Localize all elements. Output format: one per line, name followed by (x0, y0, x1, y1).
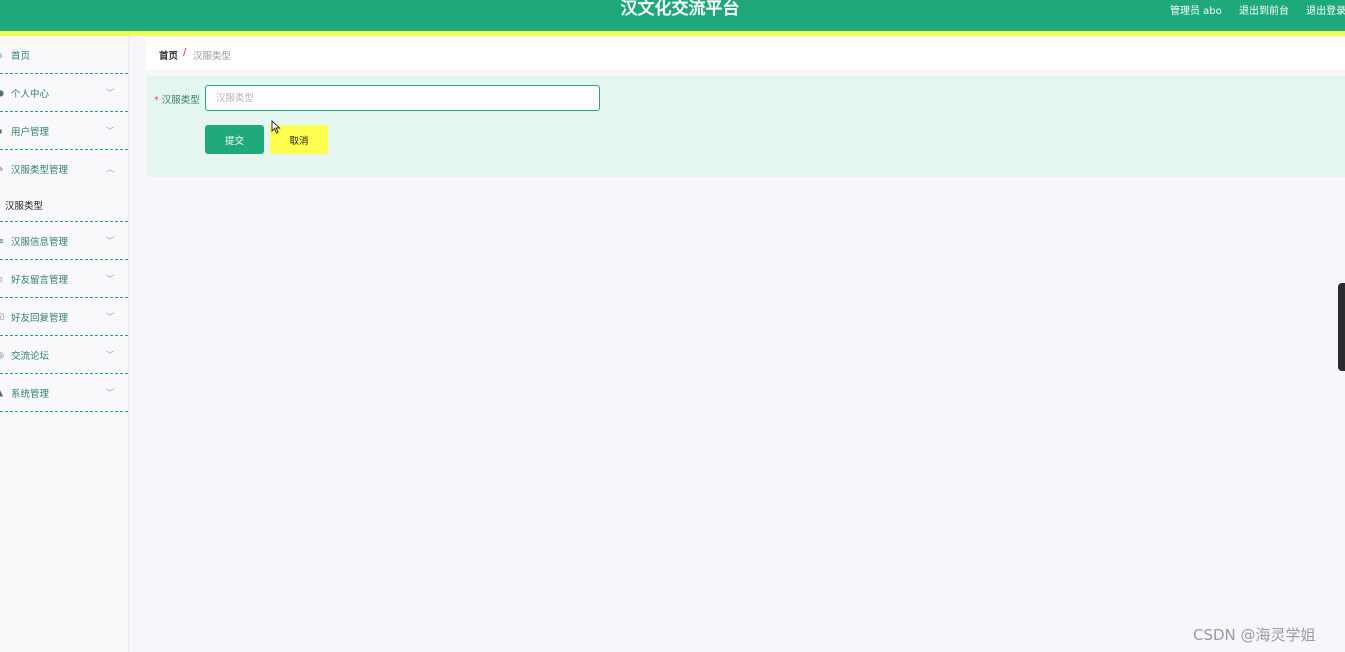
sidebar-item-label: 个人中心 (11, 88, 50, 100)
message-icon: ▫ (0, 275, 4, 283)
mouse-cursor-icon (271, 120, 281, 134)
grid-icon: ▪ (0, 127, 4, 135)
watermark: CSDN @海灵学姐 (1193, 626, 1316, 644)
app-title: 汉文化交流平台 (620, 0, 740, 19)
user-icon: ● (0, 88, 4, 97)
sidebar-item-hanfu-type[interactable]: ✎ 汉服类型管理 ︿ (0, 150, 128, 188)
chevron-down-icon: ﹀ (106, 388, 114, 397)
checkbox-icon: ☑ (0, 312, 5, 321)
field-label-text: 汉服类型 (161, 95, 200, 106)
sidebar-item-hanfu-info[interactable]: ≡ 汉服信息管理 ﹀ (0, 222, 128, 260)
breadcrumb-current: 汉服类型 (193, 51, 232, 62)
to-front-link[interactable]: 退出到前台 (1239, 6, 1289, 17)
sidebar-item-label: 交流论坛 (11, 350, 50, 362)
current-user: 管理员 abo (1170, 6, 1222, 17)
breadcrumb-home[interactable]: 首页 (159, 48, 178, 62)
sidebar-item-messages[interactable]: ▫ 好友留言管理 ﹀ (0, 260, 128, 298)
sidebar-item-users[interactable]: ▪ 用户管理 ﹀ (0, 112, 128, 150)
home-icon: ⌂ (0, 51, 4, 59)
breadcrumb: 首页 / 汉服类型 (146, 38, 1345, 69)
sidebar-item-home[interactable]: ⌂ 首页 (0, 36, 128, 74)
sidebar-item-label: 用户管理 (11, 126, 50, 138)
hanfu-type-form: *汉服类型 提交 取消 (146, 76, 1345, 177)
submenu-item-hanfu-type[interactable]: 汉服类型 (0, 188, 128, 222)
sidebar-item-label: 首页 (11, 50, 31, 62)
chevron-down-icon: ﹀ (106, 312, 114, 321)
top-header: 汉文化交流平台 管理员 abo 退出到前台 退出登录 (0, 0, 1345, 31)
sidebar-item-replies[interactable]: ☑ 好友回复管理 ﹀ (0, 298, 128, 336)
sidebar-item-label: 系统管理 (11, 388, 50, 400)
chevron-down-icon: ﹀ (106, 274, 114, 283)
edit-icon: ✎ (0, 164, 4, 174)
submenu-item-label: 汉服类型 (5, 200, 44, 212)
scrollbar-handle[interactable] (1338, 283, 1345, 371)
logout-link[interactable]: 退出登录 (1306, 6, 1345, 17)
chevron-down-icon: ﹀ (106, 350, 114, 359)
chevron-down-icon: ﹀ (106, 88, 114, 97)
sidebar: ⌂ 首页 ● 个人中心 ﹀ ▪ 用户管理 ﹀ ✎ 汉服类型管理 ︿ 汉服类型 ≡… (0, 36, 129, 652)
hanfu-type-label: * 汉服类型 (154, 92, 200, 106)
chevron-down-icon: ﹀ (106, 126, 114, 135)
header-stripe (0, 31, 1345, 36)
breadcrumb-separator: / (183, 47, 187, 58)
required-mark: * (154, 95, 159, 106)
chevron-down-icon: ﹀ (106, 236, 114, 245)
submit-button[interactable]: 提交 (205, 125, 264, 154)
chevron-up-icon: ︿ (106, 164, 114, 174)
sidebar-item-forum[interactable]: ◎ 交流论坛 ﹀ (0, 336, 128, 374)
list-icon: ≡ (0, 236, 4, 245)
sidebar-item-label: 好友回复管理 (11, 312, 69, 324)
settings-icon: ▲ (0, 388, 4, 397)
sidebar-item-profile[interactable]: ● 个人中心 ﹀ (0, 74, 128, 112)
hanfu-type-input[interactable] (205, 85, 600, 111)
sidebar-item-system[interactable]: ▲ 系统管理 ﹀ (0, 374, 128, 412)
sidebar-item-label: 汉服类型管理 (11, 165, 69, 176)
header-actions: 管理员 abo 退出到前台 退出登录 (1170, 2, 1345, 17)
sidebar-item-label: 汉服信息管理 (11, 236, 69, 248)
discover-icon: ◎ (0, 350, 4, 359)
sidebar-item-label: 好友留言管理 (11, 274, 69, 286)
